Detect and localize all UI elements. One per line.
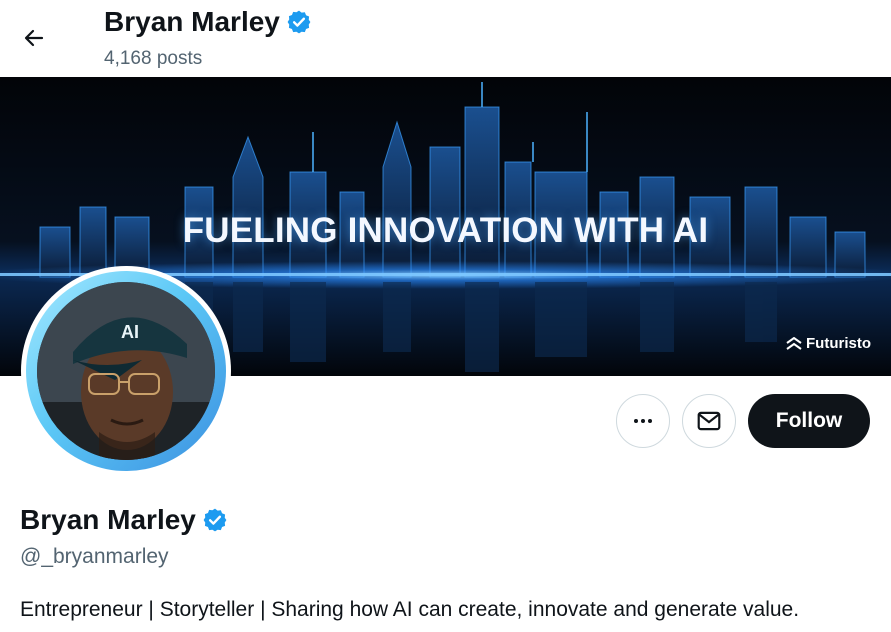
avatar-gradient-ring: AI xyxy=(26,271,226,471)
futuristo-logo-icon xyxy=(786,336,802,350)
envelope-icon xyxy=(697,411,721,431)
header-name-text: Bryan Marley xyxy=(104,6,280,37)
banner-brand-text: Futuristo xyxy=(806,335,871,352)
follow-button[interactable]: Follow xyxy=(748,394,870,448)
cap-logo-text: AI xyxy=(121,322,139,342)
verified-badge-icon xyxy=(287,10,311,34)
header-title: Bryan Marley xyxy=(104,6,312,38)
profile-photo-image: AI xyxy=(37,282,215,460)
profile-header-bar: Bryan Marley 4,168 posts xyxy=(0,0,891,77)
profile-bio: Entrepreneur | Storyteller | Sharing how… xyxy=(20,598,800,621)
profile-display-name: Bryan Marley xyxy=(20,504,228,536)
avatar[interactable]: AI xyxy=(21,266,231,476)
message-button[interactable] xyxy=(682,394,736,448)
arrow-left-icon xyxy=(24,29,44,47)
posts-count: 4,168 posts xyxy=(104,48,203,69)
profile-handle: @_bryanmarley xyxy=(20,545,169,568)
banner-headline: FUELING INNOVATION WITH AI xyxy=(182,211,709,250)
verified-badge-icon[interactable] xyxy=(202,507,228,533)
more-options-button[interactable] xyxy=(616,394,670,448)
avatar-photo: AI xyxy=(37,282,215,460)
back-button[interactable] xyxy=(14,18,54,58)
profile-name-text: Bryan Marley xyxy=(20,504,196,535)
more-dots-icon xyxy=(634,419,652,423)
banner-brand-logo: Futuristo xyxy=(786,335,871,352)
